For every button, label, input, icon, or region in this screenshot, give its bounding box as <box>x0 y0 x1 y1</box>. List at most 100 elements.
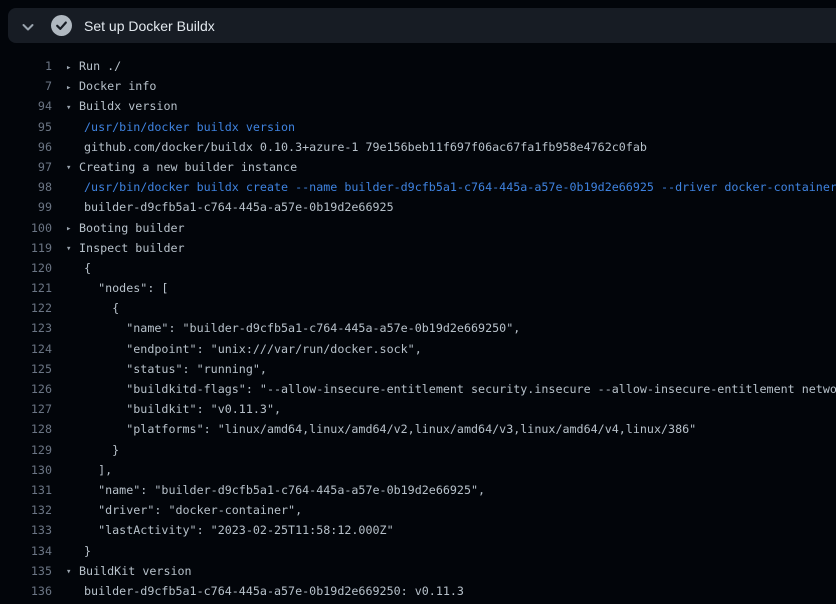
group-title-text: Run ./ <box>79 59 121 73</box>
line-number[interactable]: 96 <box>0 137 52 157</box>
log-line: 120 { <box>0 258 836 278</box>
line-number[interactable]: 130 <box>0 460 52 480</box>
log-line: 121 "nodes": [ <box>0 278 836 298</box>
log-output-text: "lastActivity": "2023-02-25T11:58:12.000… <box>66 520 394 540</box>
check-circle-icon <box>51 15 72 36</box>
log-line: 123 "name": "builder-d9cfb5a1-c764-445a-… <box>0 318 836 338</box>
line-number[interactable]: 94 <box>0 96 52 116</box>
line-number[interactable]: 123 <box>0 318 52 338</box>
log-output-text: "endpoint": "unix:///var/run/docker.sock… <box>66 339 422 359</box>
log-group-title[interactable]: ▾BuildKit version <box>66 561 192 581</box>
line-number[interactable]: 135 <box>0 561 52 581</box>
step-title: Set up Docker Buildx <box>84 18 215 34</box>
log-group-title[interactable]: ▸Docker info <box>66 76 156 96</box>
log-group-title[interactable]: ▾Inspect builder <box>66 238 185 258</box>
log-output-text: "platforms": "linux/amd64,linux/amd64/v2… <box>66 419 696 439</box>
log-group-title[interactable]: ▾Creating a new builder instance <box>66 157 297 177</box>
line-number[interactable]: 133 <box>0 520 52 540</box>
line-number[interactable]: 122 <box>0 298 52 318</box>
log-group-title[interactable]: ▸Booting builder <box>66 218 185 238</box>
log-output-text: ], <box>66 460 112 480</box>
line-number[interactable]: 119 <box>0 238 52 258</box>
log-output-text: { <box>66 298 119 318</box>
line-number[interactable]: 100 <box>0 218 52 238</box>
triangle-down-icon[interactable]: ▾ <box>66 239 79 258</box>
triangle-right-icon[interactable]: ▸ <box>66 58 79 77</box>
log-line: 135 ▾BuildKit version <box>0 561 836 581</box>
log-line: 133 "lastActivity": "2023-02-25T11:58:12… <box>0 520 836 540</box>
log-output-text: "nodes": [ <box>66 278 168 298</box>
log-line: 136 builder-d9cfb5a1-c764-445a-a57e-0b19d… <box>0 581 836 601</box>
log-line: 94 ▾Buildx version <box>0 96 836 116</box>
log-group-title[interactable]: ▾Buildx version <box>66 96 178 116</box>
log-line: 95/usr/bin/docker buildx version <box>0 117 836 137</box>
line-number[interactable]: 136 <box>0 581 52 601</box>
line-number[interactable]: 7 <box>0 76 52 96</box>
triangle-right-icon[interactable]: ▸ <box>66 78 79 97</box>
line-number[interactable]: 132 <box>0 500 52 520</box>
log-output-text: } <box>66 440 119 460</box>
log-line: 132 "driver": "docker-container", <box>0 500 836 520</box>
log-line: 100 ▸Booting builder <box>0 218 836 238</box>
log-output-text: builder-d9cfb5a1-c764-445a-a57e-0b19d2e6… <box>66 581 464 601</box>
log-output-text: { <box>66 258 91 278</box>
line-number[interactable]: 129 <box>0 440 52 460</box>
triangle-down-icon[interactable]: ▾ <box>66 98 79 117</box>
log-output-text: "buildkit": "v0.11.3", <box>66 399 281 419</box>
log-output-text: } <box>66 541 91 561</box>
log-output-text: "driver": "docker-container", <box>66 500 302 520</box>
log-output-text: "status": "running", <box>66 359 267 379</box>
log-line: 1 ▸Run ./ <box>0 56 836 76</box>
log-line: 98/usr/bin/docker buildx create --name b… <box>0 177 836 197</box>
group-title-text: Buildx version <box>79 99 178 113</box>
line-number[interactable]: 98 <box>0 177 52 197</box>
log-line: 131 "name": "builder-d9cfb5a1-c764-445a-… <box>0 480 836 500</box>
line-number[interactable]: 1 <box>0 56 52 76</box>
log-output-text: builder-d9cfb5a1-c764-445a-a57e-0b19d2e6… <box>66 197 394 217</box>
log-line: 97 ▾Creating a new builder instance <box>0 157 836 177</box>
line-number[interactable]: 95 <box>0 117 52 137</box>
line-number[interactable]: 120 <box>0 258 52 278</box>
log-line: 130 ], <box>0 460 836 480</box>
chevron-down-icon[interactable] <box>21 19 35 33</box>
log-line: 134} <box>0 541 836 561</box>
group-title-text: Creating a new builder instance <box>79 160 297 174</box>
line-number[interactable]: 127 <box>0 399 52 419</box>
log-output-text: github.com/docker/buildx 0.10.3+azure-1 … <box>66 137 647 157</box>
line-number[interactable]: 124 <box>0 339 52 359</box>
line-number[interactable]: 121 <box>0 278 52 298</box>
log-line: 119 ▾Inspect builder <box>0 238 836 258</box>
line-number[interactable]: 97 <box>0 157 52 177</box>
group-title-text: BuildKit version <box>79 564 192 578</box>
log-output-text: "buildkitd-flags": "--allow-insecure-ent… <box>66 379 836 399</box>
log-line: 96 github.com/docker/buildx 0.10.3+azure-… <box>0 137 836 157</box>
line-number[interactable]: 128 <box>0 419 52 439</box>
log-line: 125 "status": "running", <box>0 359 836 379</box>
log-line: 99 builder-d9cfb5a1-c764-445a-a57e-0b19d2… <box>0 197 836 217</box>
triangle-right-icon[interactable]: ▸ <box>66 219 79 238</box>
line-number[interactable]: 99 <box>0 197 52 217</box>
log-command-text: /usr/bin/docker buildx version <box>66 117 295 137</box>
log-command-text: /usr/bin/docker buildx create --name bui… <box>66 177 836 197</box>
log-line: 126 "buildkitd-flags": "--allow-insecure… <box>0 379 836 399</box>
triangle-down-icon[interactable]: ▾ <box>66 562 79 581</box>
log-output-text: "name": "builder-d9cfb5a1-c764-445a-a57e… <box>66 318 520 338</box>
log-line: 128 "platforms": "linux/amd64,linux/amd6… <box>0 419 836 439</box>
log-output-text: "name": "builder-d9cfb5a1-c764-445a-a57e… <box>66 480 485 500</box>
line-number[interactable]: 131 <box>0 480 52 500</box>
log-line: 7 ▸Docker info <box>0 76 836 96</box>
line-number[interactable]: 134 <box>0 541 52 561</box>
group-title-text: Booting builder <box>79 221 185 235</box>
log-output: 1▸Run ./7▸Docker info94▾Buildx version95… <box>0 44 836 604</box>
step-header[interactable]: Set up Docker Buildx <box>8 8 836 43</box>
line-number[interactable]: 125 <box>0 359 52 379</box>
log-line: 127 "buildkit": "v0.11.3", <box>0 399 836 419</box>
log-line: 124 "endpoint": "unix:///var/run/docker.… <box>0 339 836 359</box>
group-title-text: Docker info <box>79 79 156 93</box>
log-line: 122 { <box>0 298 836 318</box>
log-group-title[interactable]: ▸Run ./ <box>66 56 121 76</box>
line-number[interactable]: 126 <box>0 379 52 399</box>
log-line: 129 } <box>0 440 836 460</box>
triangle-down-icon[interactable]: ▾ <box>66 158 79 177</box>
group-title-text: Inspect builder <box>79 241 185 255</box>
